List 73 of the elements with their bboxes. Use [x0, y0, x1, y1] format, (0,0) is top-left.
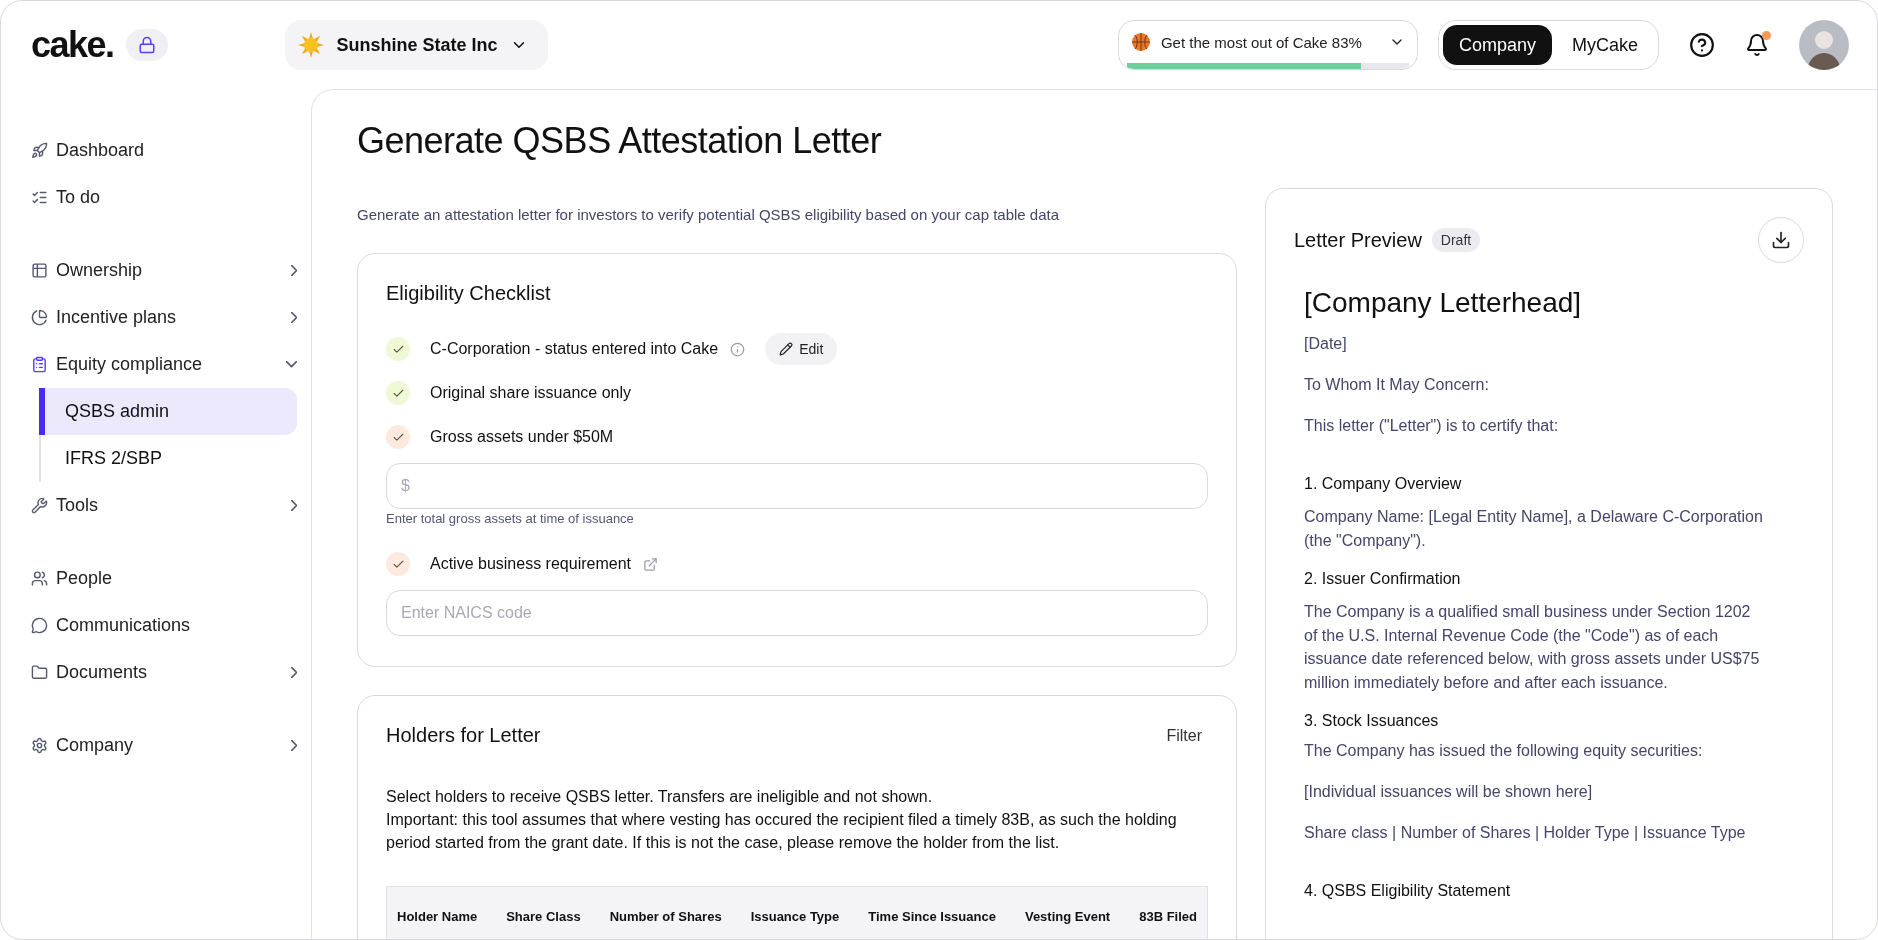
sidebar-item[interactable]: Ownership — [31, 247, 297, 294]
filter-button[interactable]: Filter — [1160, 725, 1208, 746]
letter-text: To Whom It May Concern: — [1304, 376, 1490, 394]
chat-icon — [31, 617, 48, 634]
page-title: Generate QSBS Attestation Letter — [357, 120, 883, 162]
field-hint: Enter total gross assets at time of issuance — [386, 511, 635, 526]
letter-heading: 4. QSBS Eligibility Statement — [1304, 882, 1512, 900]
sidebar-item[interactable]: Equity compliance — [31, 341, 297, 388]
checklist-label: Original share issuance only — [430, 384, 631, 402]
pie-chart-icon — [31, 309, 48, 326]
sidebar-item[interactable]: People — [31, 555, 297, 602]
cake-logo[interactable]: cake. — [31, 24, 114, 66]
sidebar-item[interactable]: Communications — [31, 602, 297, 649]
letter-text: The Company is a qualified small business under Section 1202 of the U.S. Internal Revenue Code (the "Code") as of each issuance date referenced below, with gross assets under US$75 million immediately before and after each issuance. — [1304, 602, 1761, 693]
letter-text: This letter ("Letter") is to certify that: — [1304, 417, 1560, 435]
sidebar-item[interactable]: Tools — [31, 482, 297, 529]
onboarding-progress-button[interactable]: Get the most out of Cake 83% — [1117, 20, 1418, 70]
letter-heading: 3. Stock Issuances — [1304, 712, 1440, 730]
card-title: Holders for Letter — [386, 724, 541, 747]
info-icon[interactable] — [730, 341, 746, 357]
card-title: Letter Preview — [1294, 228, 1422, 252]
input-field[interactable]: $ — [386, 463, 1208, 509]
sidebar-item[interactable]: Dashboard — [31, 127, 297, 174]
sidebar-item[interactable]: Documents — [31, 649, 297, 696]
checklist-label: Active business requirement — [430, 555, 631, 573]
clipboard-icon — [31, 356, 48, 373]
rocket-icon — [31, 142, 48, 159]
lock-icon[interactable] — [125, 29, 168, 61]
checklist-label: C-Corporation - status entered into Cake — [430, 340, 719, 358]
sidebar-item[interactable]: Incentive plans — [31, 294, 297, 341]
pencil-icon — [779, 342, 794, 356]
edit-button[interactable]: Edit — [765, 333, 838, 365]
basketball-icon — [1130, 32, 1151, 52]
holders-note: Important: this tool assumes that where vesting has occured the recipient filed a timely 83B, as such the holding period started from the grant date. If this is not the case, please remove the holder from the list. — [386, 810, 1178, 853]
company-selector[interactable]: Sunshine State Inc — [284, 20, 548, 70]
mode-tab[interactable]: MyCake — [1556, 25, 1654, 65]
checklist-icon — [31, 189, 48, 206]
letter-text: [Date] — [1304, 335, 1348, 353]
help-icon[interactable] — [1689, 32, 1715, 58]
column-header: Number of Shares — [609, 908, 722, 924]
holders-note: Select holders to receive QSBS letter. Transfers are ineligible and not shown. — [386, 787, 934, 807]
avatar[interactable] — [1799, 20, 1849, 70]
letter-heading: 1. Company Overview — [1304, 475, 1463, 493]
letter-text: [Individual issuances will be shown here] — [1304, 783, 1594, 801]
people-icon — [31, 570, 48, 587]
column-header: 83B Filed — [1139, 908, 1197, 924]
card-title: Eligibility Checklist — [386, 282, 552, 305]
letter-text: Share class | Number of Shares | Holder Type | Issuance Type — [1304, 824, 1747, 842]
column-header: Holder Name — [397, 908, 478, 924]
column-header: Issuance Type — [750, 908, 840, 924]
letter-text: Company Name: [Legal Entity Name], a Delaware C-Corporation (the "Company"). — [1304, 507, 1764, 551]
tools-icon — [31, 497, 48, 514]
status-badge: Draft — [1431, 228, 1481, 252]
sidebar-subitem[interactable]: IFRS 2/SBP — [39, 435, 297, 482]
external-link-icon[interactable] — [643, 556, 658, 572]
checklist-label: Gross assets under $50M — [430, 428, 614, 446]
bell-icon[interactable] — [1745, 33, 1769, 57]
column-header: Time Since Issuance — [868, 908, 996, 924]
column-header: Share Class — [506, 908, 581, 924]
table-icon — [31, 262, 48, 279]
sidebar-subitem[interactable]: QSBS admin — [39, 388, 297, 435]
mode-tab[interactable]: Company — [1442, 25, 1552, 65]
input-field[interactable]: Enter NAICS code — [386, 590, 1208, 636]
letter-heading: 2. Issuer Confirmation — [1304, 570, 1462, 588]
letter-text: The Company has issued the following equity securities: — [1304, 742, 1704, 760]
download-icon[interactable] — [1758, 217, 1804, 263]
sidebar-item[interactable]: To do — [31, 174, 297, 221]
column-header: Vesting Event — [1024, 908, 1111, 924]
folder-icon — [31, 664, 48, 681]
page-subtitle: Generate an attestation letter for investors to verify potential QSBS eligibility based on your cap table data — [357, 206, 1061, 223]
letter-text: [Company Letterhead] — [1304, 287, 1583, 319]
gear-icon — [31, 737, 48, 754]
sidebar-item[interactable]: Company — [31, 722, 297, 769]
